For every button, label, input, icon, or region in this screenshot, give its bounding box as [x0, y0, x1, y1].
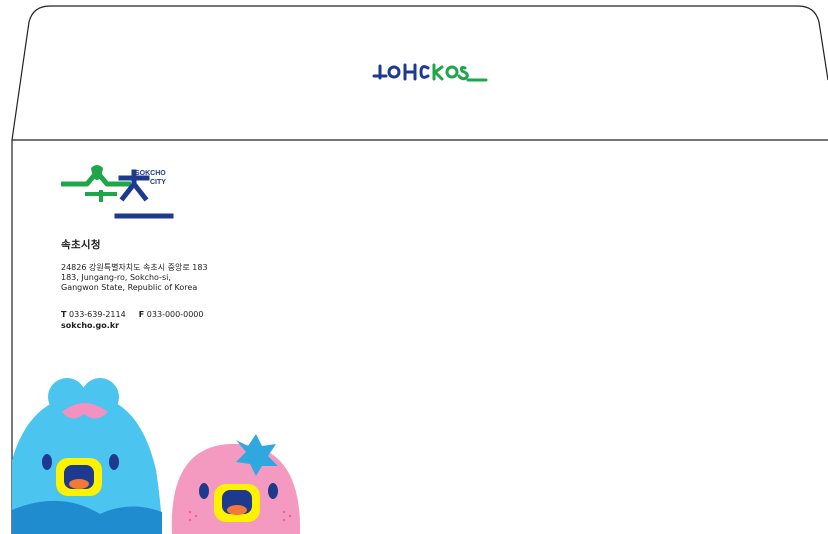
pink-mascot — [171, 434, 301, 534]
logo-sokcho-text: SOKCHO — [135, 170, 166, 177]
address-korean: 24826 강원특별자치도 속초시 중앙로 183 — [61, 263, 208, 272]
sender-contact: T 033-639-2114 F 033-000-0000 sokcho.go.… — [61, 309, 203, 331]
address-english-line-2: Gangwon State, Republic of Korea — [61, 283, 198, 292]
address-english-line-1: 183, Jungang-ro, Sokcho-si, — [61, 273, 171, 282]
fax-label: F — [138, 310, 145, 319]
logo-city-text: CITY — [150, 179, 166, 186]
sokcho-wordmark-icon — [372, 63, 488, 82]
org-name: 속초시청 — [61, 239, 101, 251]
website-link[interactable]: sokcho.go.kr — [61, 321, 119, 330]
sokcho-city-logo: SOKCHO CITY — [61, 165, 174, 219]
tel-label: T — [61, 310, 67, 319]
sender-address: 24826 강원특별자치도 속초시 중앙로 183 183, Jungang-r… — [61, 263, 208, 293]
fax-number: 033-000-0000 — [146, 310, 204, 319]
tel-number: 033-639-2114 — [69, 310, 126, 319]
blue-mascot — [12, 378, 162, 534]
